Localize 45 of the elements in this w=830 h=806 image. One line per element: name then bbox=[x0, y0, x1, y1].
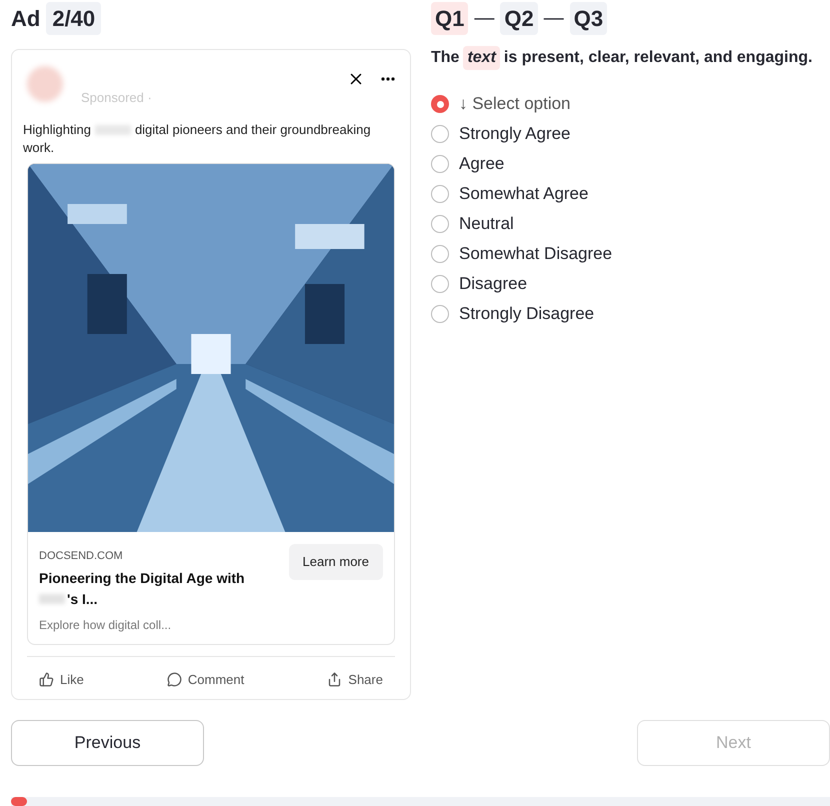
option-label: Disagree bbox=[459, 273, 528, 296]
radio-button[interactable] bbox=[431, 245, 449, 263]
like-button[interactable]: Like bbox=[39, 670, 84, 689]
step-separator: — bbox=[474, 6, 494, 31]
step-tab[interactable]: Q2 bbox=[500, 2, 538, 34]
radio-button[interactable] bbox=[431, 275, 449, 293]
radio-button[interactable] bbox=[431, 305, 449, 323]
like-icon bbox=[39, 672, 54, 687]
share-button[interactable]: Share bbox=[327, 670, 383, 689]
share-icon bbox=[327, 672, 342, 687]
previous-button[interactable]: Previous bbox=[11, 720, 204, 766]
step-tab[interactable]: Q3 bbox=[570, 2, 608, 34]
step-separator: — bbox=[544, 6, 564, 31]
option-label: Agree bbox=[459, 153, 504, 176]
option-label: Strongly Disagree bbox=[459, 303, 594, 326]
radio-button[interactable] bbox=[431, 215, 449, 233]
comment-icon bbox=[166, 672, 182, 687]
option-label: Somewhat Disagree bbox=[459, 243, 612, 266]
option-label: Strongly Agree bbox=[459, 123, 571, 146]
ad-counter: 2/40 bbox=[46, 2, 102, 34]
link-headline: Pioneering the Digital Age with bbox=[39, 568, 246, 588]
option-label: ↓ Select option bbox=[459, 93, 571, 116]
question-text: is present, clear, relevant, and engaging. bbox=[504, 48, 812, 68]
link-description: Explore how digital coll... bbox=[39, 616, 172, 634]
step-tab[interactable]: Q1 bbox=[431, 2, 468, 34]
more-button[interactable] bbox=[381, 77, 395, 81]
learn-more-button[interactable]: Learn more bbox=[288, 544, 383, 580]
option-label: Somewhat Agree bbox=[459, 183, 588, 206]
ad-text: Highlighting bbox=[23, 121, 91, 139]
option-label: Neutral bbox=[459, 213, 514, 236]
comment-button[interactable]: Comment bbox=[166, 670, 244, 689]
ad-text: work. bbox=[23, 139, 54, 157]
more-icon bbox=[381, 77, 395, 81]
radio-button[interactable] bbox=[431, 155, 449, 173]
ad-text: digital pioneers and their groundbreaking bbox=[134, 121, 371, 139]
radio-button[interactable] bbox=[431, 125, 449, 143]
radio-button[interactable] bbox=[431, 95, 449, 113]
blurred-text bbox=[39, 594, 65, 604]
link-headline: 's I... bbox=[67, 590, 98, 608]
radio-button[interactable] bbox=[431, 185, 449, 203]
highlighted-word: text bbox=[463, 46, 500, 70]
avatar bbox=[27, 66, 63, 102]
question-text: The bbox=[431, 48, 460, 68]
link-domain: DOCSEND.COM bbox=[39, 549, 124, 564]
ad-label: Ad bbox=[11, 4, 40, 32]
